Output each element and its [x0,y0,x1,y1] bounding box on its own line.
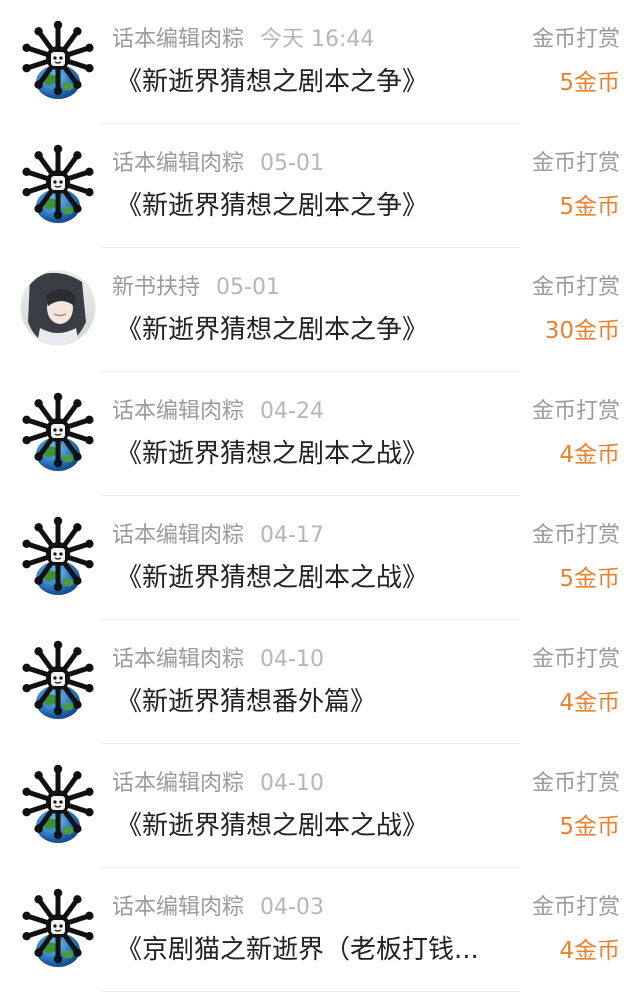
list-item[interactable]: 新书扶持 05-01 金币打赏《新逝界猜想之剧本之争》 30金币 [0,248,640,372]
sender-line: 话本编辑肉粽 05-01 [112,150,324,178]
book-title: 《新逝界猜想番外篇》 [116,687,377,717]
reward-amount: 30金币 [544,318,620,344]
book-title: 《新逝界猜想之剧本之战》 [116,439,429,469]
list-item[interactable]: 话本编辑肉粽 05-01 金币打赏《新逝界猜想之剧本之争》 5金币 [0,124,640,248]
list-item[interactable]: 话本编辑肉粽 04-17 金币打赏《新逝界猜想之剧本之战》 5金币 [0,496,640,620]
reward-amount: 5金币 [559,194,620,220]
reward-type: 金币打赏 [531,27,620,52]
sender-line: 话本编辑肉粽 今天 16:44 [112,26,374,54]
record-date: 04-03 [260,895,324,920]
editor-avatar[interactable] [20,392,96,472]
sender-name: 新书扶持 [112,275,201,300]
sender-name: 话本编辑肉粽 [112,647,245,672]
reward-amount: 4金币 [559,690,620,716]
record-date: 04-24 [260,399,324,424]
reward-amount: 5金币 [559,814,620,840]
editor-avatar[interactable] [20,20,96,100]
sender-line: 话本编辑肉粽 04-03 [112,894,324,922]
sender-name: 话本编辑肉粽 [112,399,245,424]
reward-type: 金币打赏 [531,523,620,548]
reward-type: 金币打赏 [531,151,620,176]
record-date: 04-17 [260,523,324,548]
list-item[interactable]: 话本编辑肉粽 04-24 金币打赏《新逝界猜想之剧本之战》 4金币 [0,372,640,496]
editor-avatar[interactable] [20,144,96,224]
book-title: 《新逝界猜想之剧本之战》 [116,811,429,841]
list-item[interactable]: 话本编辑肉粽 今天 16:44 金币打赏《新逝界猜想之剧本之争》 5金币 [0,0,640,124]
book-title: 《新逝界猜想之剧本之争》 [116,191,429,221]
sender-line: 话本编辑肉粽 04-10 [112,646,324,674]
sender-name: 话本编辑肉粽 [112,151,245,176]
record-date: 04-10 [260,771,324,796]
sender-name: 话本编辑肉粽 [112,771,245,796]
divider [100,991,520,992]
book-title: 《京剧猫之新逝界（老板打钱... [116,935,479,965]
support-avatar[interactable] [20,268,96,348]
sender-line: 话本编辑肉粽 04-17 [112,522,324,550]
book-title: 《新逝界猜想之剧本之战》 [116,563,429,593]
record-date: 05-01 [216,275,280,300]
editor-avatar[interactable] [20,516,96,596]
reward-amount: 4金币 [559,442,620,468]
reward-amount: 4金币 [559,938,620,964]
sender-name: 话本编辑肉粽 [112,895,245,920]
editor-avatar[interactable] [20,640,96,720]
sender-line: 话本编辑肉粽 04-24 [112,398,324,426]
reward-amount: 5金币 [559,70,620,96]
list-item[interactable]: 话本编辑肉粽 04-10 金币打赏《新逝界猜想之剧本之战》 5金币 [0,744,640,868]
sender-name: 话本编辑肉粽 [112,27,245,52]
reward-type: 金币打赏 [531,647,620,672]
record-date: 今天 16:44 [260,27,375,52]
reward-type: 金币打赏 [531,275,620,300]
reward-type: 金币打赏 [531,895,620,920]
record-date: 05-01 [260,151,324,176]
reward-amount: 5金币 [559,566,620,592]
book-title: 《新逝界猜想之剧本之争》 [116,315,429,345]
list-item[interactable]: 话本编辑肉粽 04-03 金币打赏《京剧猫之新逝界（老板打钱... 4金币 [0,868,640,992]
book-title: 《新逝界猜想之剧本之争》 [116,67,429,97]
reward-type: 金币打赏 [531,771,620,796]
sender-line: 话本编辑肉粽 04-10 [112,770,324,798]
editor-avatar[interactable] [20,888,96,968]
sender-line: 新书扶持 05-01 [112,274,280,302]
editor-avatar[interactable] [20,764,96,844]
reward-type: 金币打赏 [531,399,620,424]
reward-record-list: 话本编辑肉粽 今天 16:44 金币打赏 《新逝界猜想之剧本之争》 5金币 话本编辑肉粽… [0,0,640,995]
sender-name: 话本编辑肉粽 [112,523,245,548]
record-date: 04-10 [260,647,324,672]
list-item[interactable]: 话本编辑肉粽 04-10 金币打赏《新逝界猜想番外篇》 4金币 [0,620,640,744]
